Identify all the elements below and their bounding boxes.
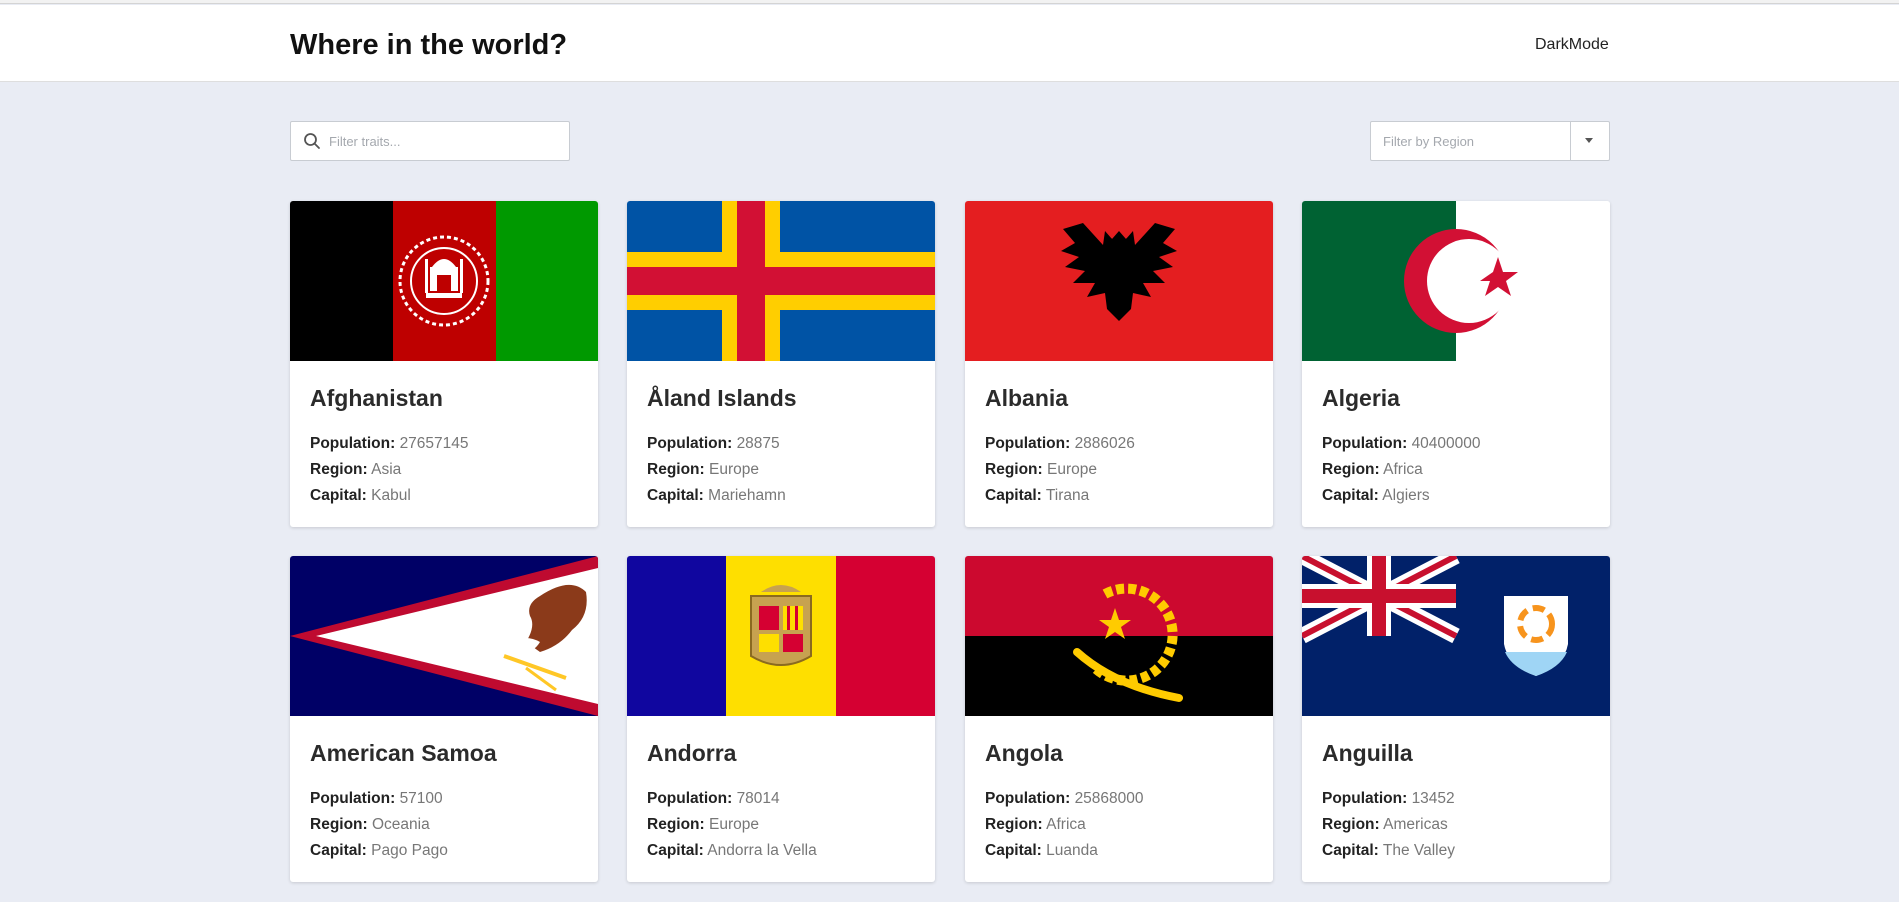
population-label: Population: (310, 435, 396, 452)
capital-label: Capital: (985, 842, 1042, 859)
country-name: Algeria (1322, 385, 1400, 411)
country-card-algeria[interactable]: Algeria Population: 40400000 Region: Afr… (1302, 201, 1610, 527)
country-name: Andorra (647, 740, 737, 766)
browser-top-border (0, 0, 1899, 4)
population-value: 2886026 (1074, 435, 1135, 452)
region-label: Region: (310, 461, 368, 478)
capital-value: Pago Pago (371, 842, 448, 859)
capital-label: Capital: (647, 842, 704, 859)
country-name: Afghanistan (310, 385, 443, 411)
population-value: 27657145 (399, 435, 469, 452)
country-name: Albania (985, 385, 1069, 411)
search-input[interactable] (329, 128, 559, 154)
country-card-anguilla[interactable]: Anguilla Population: 13452 Region: Ameri… (1302, 556, 1610, 882)
country-card-angola[interactable]: Angola Population: 25868000 Region: Afri… (965, 556, 1273, 882)
capital-value: Algiers (1382, 487, 1430, 504)
capital-label: Capital: (1322, 842, 1379, 859)
country-name: Åland Islands (647, 385, 797, 411)
population-value: 78014 (736, 790, 780, 807)
flag-anguilla (1302, 556, 1610, 716)
flag-andorra (627, 556, 935, 716)
country-details: Population: 2886026 Region: Europe Capit… (985, 431, 1135, 509)
population-value: 13452 (1411, 790, 1455, 807)
country-card-american-samoa[interactable]: American Samoa Population: 57100 Region:… (290, 556, 598, 882)
country-details: Population: 57100 Region: Oceania Capita… (310, 786, 448, 864)
capital-value: Tirana (1045, 487, 1090, 504)
country-details: Population: 13452 Region: Americas Capit… (1322, 786, 1455, 864)
flag-albania (965, 201, 1273, 361)
flag-algeria (1302, 201, 1610, 361)
region-label: Region: (985, 816, 1043, 833)
navbar: Where in the world? DarkMode (0, 5, 1899, 82)
region-value: Asia (371, 461, 402, 478)
population-label: Population: (647, 790, 733, 807)
capital-value: The Valley (1382, 842, 1455, 859)
country-card-albania[interactable]: Albania Population: 2886026 Region: Euro… (965, 201, 1273, 527)
region-value: Africa (1383, 461, 1423, 478)
flag-american-samoa (290, 556, 598, 716)
country-details: Population: 78014 Region: Europe Capital… (647, 786, 817, 864)
capital-value: Andorra la Vella (707, 842, 817, 859)
country-card-andorra[interactable]: Andorra Population: 78014 Region: Europe… (627, 556, 935, 882)
population-label: Population: (985, 435, 1071, 452)
country-name: American Samoa (310, 740, 497, 766)
region-label: Region: (310, 816, 368, 833)
capital-label: Capital: (1322, 487, 1379, 504)
capital-label: Capital: (310, 842, 367, 859)
capital-value: Kabul (371, 487, 411, 504)
country-name: Angola (985, 740, 1063, 766)
population-value: 25868000 (1074, 790, 1144, 807)
capital-value: Mariehamn (708, 487, 786, 504)
capital-label: Capital: (310, 487, 367, 504)
flag-aland-islands (627, 201, 935, 361)
region-filter-label: Filter by Region (1383, 134, 1475, 149)
country-details: Population: 27657145 Region: Asia Capita… (310, 431, 469, 509)
population-value: 28875 (736, 435, 780, 452)
region-label: Region: (1322, 461, 1380, 478)
population-value: 40400000 (1411, 435, 1481, 452)
population-label: Population: (647, 435, 733, 452)
region-label: Region: (647, 461, 705, 478)
region-label: Region: (1322, 816, 1380, 833)
population-label: Population: (310, 790, 396, 807)
flag-afghanistan (290, 201, 598, 361)
select-divider (1570, 122, 1571, 160)
search-icon (304, 133, 320, 149)
flag-angola (965, 556, 1273, 716)
population-label: Population: (985, 790, 1071, 807)
population-label: Population: (1322, 790, 1408, 807)
chevron-down-icon[interactable] (1585, 138, 1593, 143)
search-box[interactable] (290, 121, 570, 161)
capital-value: Luanda (1046, 842, 1098, 859)
page-title: Where in the world? (290, 29, 568, 61)
region-filter-select[interactable]: Filter by Region (1370, 121, 1610, 161)
region-value: Europe (709, 461, 759, 478)
region-label: Region: (985, 461, 1043, 478)
region-value: Africa (1046, 816, 1086, 833)
region-value: Europe (709, 816, 759, 833)
region-value: Europe (1047, 461, 1097, 478)
capital-label: Capital: (647, 487, 704, 504)
region-value: Oceania (372, 816, 430, 833)
country-name: Anguilla (1322, 740, 1413, 766)
population-label: Population: (1322, 435, 1408, 452)
dark-mode-toggle[interactable]: DarkMode (1535, 36, 1609, 54)
region-value: Americas (1383, 816, 1448, 833)
country-card-afghanistan[interactable]: Afghanistan Population: 27657145 Region:… (290, 201, 598, 527)
region-label: Region: (647, 816, 705, 833)
population-value: 57100 (399, 790, 443, 807)
country-details: Population: 28875 Region: Europe Capital… (647, 431, 786, 509)
country-card-aland-islands[interactable]: Åland Islands Population: 28875 Region: … (627, 201, 935, 527)
country-details: Population: 25868000 Region: Africa Capi… (985, 786, 1144, 864)
capital-label: Capital: (985, 487, 1042, 504)
country-details: Population: 40400000 Region: Africa Capi… (1322, 431, 1481, 509)
